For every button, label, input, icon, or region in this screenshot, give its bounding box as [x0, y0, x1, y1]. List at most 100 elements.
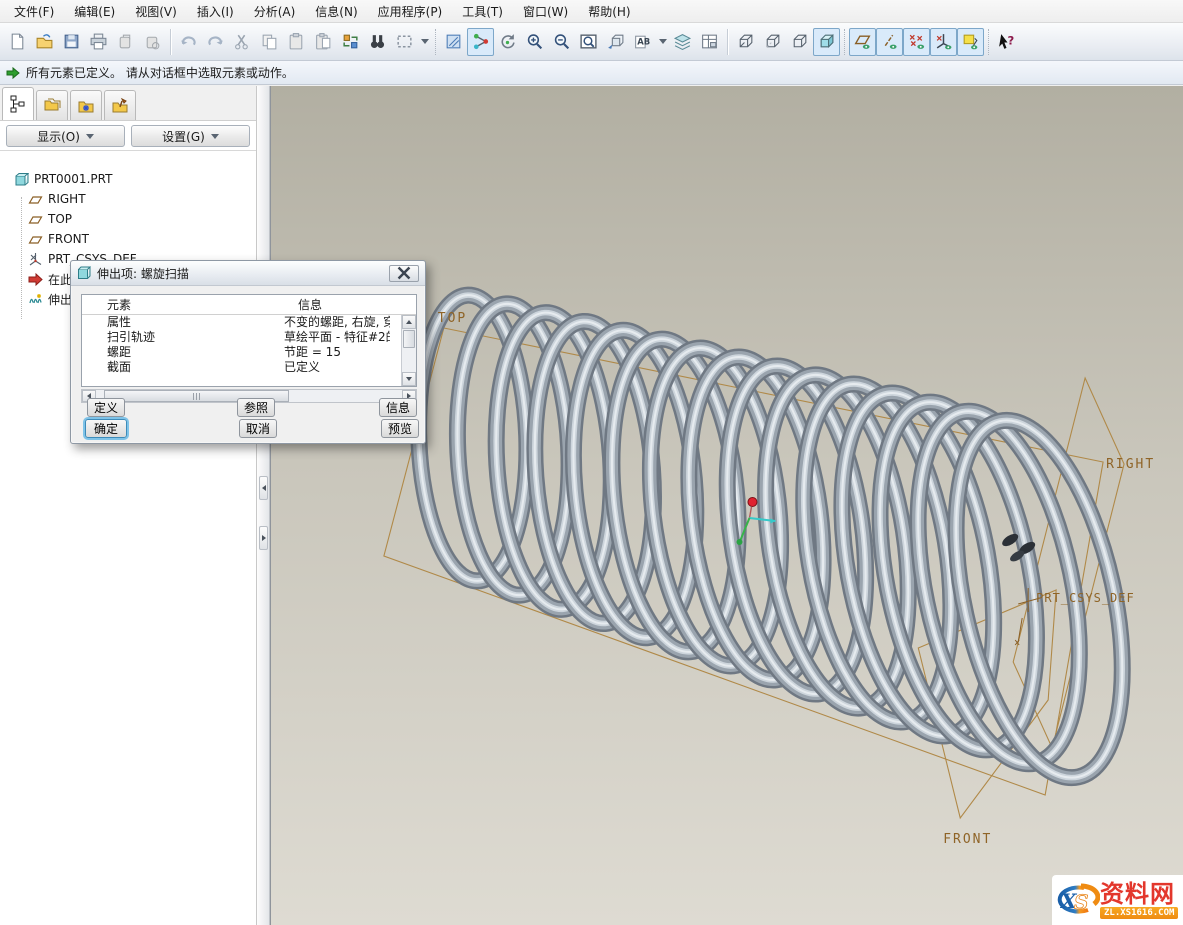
- status-arrow-icon: [6, 66, 20, 80]
- dialog-title: 伸出项: 螺旋扫描: [97, 265, 189, 282]
- select-area-dropdown-icon[interactable]: [418, 28, 431, 56]
- paste-icon[interactable]: [283, 28, 310, 56]
- menu-edit[interactable]: 编辑(E): [64, 0, 125, 23]
- save-icon[interactable]: [58, 28, 85, 56]
- define-button[interactable]: 定义: [87, 398, 125, 417]
- top-plane-label[interactable]: TOP: [438, 311, 467, 326]
- menu-applications[interactable]: 应用程序(P): [368, 0, 453, 23]
- hidden-line-icon[interactable]: [759, 28, 786, 56]
- tab-connections[interactable]: [104, 90, 136, 120]
- open-file-icon[interactable]: [31, 28, 58, 56]
- right-plane-label[interactable]: RIGHT: [1106, 457, 1155, 472]
- menu-help[interactable]: 帮助(H): [578, 0, 640, 23]
- no-hidden-icon[interactable]: [786, 28, 813, 56]
- tree-item-front-plane[interactable]: FRONT: [0, 229, 256, 249]
- print-icon[interactable]: [85, 28, 112, 56]
- new-file-icon[interactable]: [4, 28, 31, 56]
- datum-axis-toggle-icon[interactable]: [876, 28, 903, 56]
- ok-button[interactable]: 确定: [85, 419, 127, 438]
- spring-coils[interactable]: [414, 293, 1152, 793]
- insert-here-arrow-icon: [28, 272, 43, 287]
- graphics-area[interactable]: TOP RIGHT FRONT PRT_CSYS_DEF X: [270, 86, 1183, 925]
- redo-icon[interactable]: [202, 28, 229, 56]
- erase-icon[interactable]: [112, 28, 139, 56]
- menu-view[interactable]: 视图(V): [125, 0, 187, 23]
- panel-tabs: [0, 86, 256, 120]
- spin-center-icon[interactable]: [494, 28, 521, 56]
- settings-dropdown-button[interactable]: 设置(G): [131, 125, 250, 147]
- tree-item-top-plane[interactable]: TOP: [0, 209, 256, 229]
- context-help-icon[interactable]: ?: [993, 28, 1020, 56]
- annotation-dropdown-icon[interactable]: [656, 28, 669, 56]
- front-plane-label[interactable]: FRONT: [943, 832, 992, 847]
- view-manager-icon[interactable]: [696, 28, 723, 56]
- expand-panel-icon[interactable]: [259, 526, 268, 550]
- copy-icon[interactable]: [256, 28, 283, 56]
- tree-item-right-plane[interactable]: RIGHT: [0, 189, 256, 209]
- scroll-up-icon[interactable]: [402, 315, 416, 329]
- helical-sweep-dialog: 伸出项: 螺旋扫描 元素 信息 属性 不变的螺距, 右旋, 穿过轴 扫引轨迹 草…: [70, 260, 426, 444]
- info-button[interactable]: 信息: [379, 398, 417, 417]
- datum-point-toggle-icon[interactable]: [903, 28, 930, 56]
- watermark-site-name: 资料网: [1100, 882, 1175, 906]
- cancel-button[interactable]: 取消: [239, 419, 277, 438]
- menu-info[interactable]: 信息(N): [305, 0, 367, 23]
- menu-file[interactable]: 文件(F): [4, 0, 64, 23]
- refs-button[interactable]: 参照: [237, 398, 275, 417]
- column-element: 元素: [82, 296, 284, 313]
- zoom-out-icon[interactable]: [548, 28, 575, 56]
- view-orient-icon[interactable]: [602, 28, 629, 56]
- preview-button[interactable]: 预览: [381, 419, 419, 438]
- 3d-scene[interactable]: TOP RIGHT FRONT PRT_CSYS_DEF: [271, 86, 1183, 925]
- tab-model-tree[interactable]: [2, 87, 34, 120]
- menu-window[interactable]: 窗口(W): [513, 0, 578, 23]
- shaded-icon[interactable]: [813, 28, 840, 56]
- watermark-site-url: ZL.XS1616.COM: [1100, 907, 1178, 919]
- undo-icon[interactable]: [175, 28, 202, 56]
- table-row[interactable]: 螺距 节距 = 15: [82, 345, 416, 360]
- tree-item-root[interactable]: PRT0001.PRT: [0, 169, 256, 189]
- smart-select-icon[interactable]: [467, 28, 494, 56]
- vertical-scrollbar[interactable]: [401, 315, 416, 386]
- tab-folder-browser[interactable]: [36, 90, 68, 120]
- select-area-icon[interactable]: [391, 28, 418, 56]
- folders-icon: [42, 96, 62, 116]
- menu-insert[interactable]: 插入(I): [187, 0, 244, 23]
- regenerate-icon[interactable]: [337, 28, 364, 56]
- repaint-icon[interactable]: [440, 28, 467, 56]
- refit-icon[interactable]: [575, 28, 602, 56]
- paste-special-icon[interactable]: [310, 28, 337, 56]
- table-row[interactable]: 扫引轨迹 草绘平面 - 特征#2的草绘: [82, 330, 416, 345]
- panel-sash[interactable]: [257, 86, 270, 925]
- table-rows: 属性 不变的螺距, 右旋, 穿过轴 扫引轨迹 草绘平面 - 特征#2的草绘 螺距…: [82, 315, 416, 386]
- layers-icon[interactable]: [669, 28, 696, 56]
- annotation-toggle-icon[interactable]: [957, 28, 984, 56]
- collapse-panel-icon[interactable]: [259, 476, 268, 500]
- wireframe-icon[interactable]: [732, 28, 759, 56]
- svg-text:S: S: [1074, 890, 1088, 914]
- table-row[interactable]: 截面 已定义: [82, 360, 416, 375]
- purge-icon[interactable]: [139, 28, 166, 56]
- folder-tools-icon: [110, 96, 130, 116]
- application-window: 文件(F) 编辑(E) 视图(V) 插入(I) 分析(A) 信息(N) 应用程序…: [0, 0, 1183, 925]
- datum-plane-toggle-icon[interactable]: [849, 28, 876, 56]
- svg-text:AB: AB: [637, 37, 650, 47]
- table-row[interactable]: 属性 不变的螺距, 右旋, 穿过轴: [82, 315, 416, 330]
- menu-analysis[interactable]: 分析(A): [244, 0, 306, 23]
- vertical-scroll-thumb[interactable]: [403, 330, 415, 348]
- cut-icon[interactable]: [229, 28, 256, 56]
- scroll-down-icon[interactable]: [402, 372, 416, 386]
- menu-tools[interactable]: 工具(T): [452, 0, 513, 23]
- dialog-close-button[interactable]: [389, 265, 419, 282]
- csys-label[interactable]: PRT_CSYS_DEF: [1036, 591, 1135, 605]
- show-dropdown-button[interactable]: 显示(O): [6, 125, 125, 147]
- csys-toggle-icon[interactable]: [930, 28, 957, 56]
- toolbar-separator: [435, 29, 436, 55]
- dialog-title-bar[interactable]: 伸出项: 螺旋扫描: [71, 261, 425, 286]
- close-icon: [397, 266, 411, 280]
- tab-favorites[interactable]: [70, 90, 102, 120]
- zoom-in-icon[interactable]: [521, 28, 548, 56]
- find-icon[interactable]: [364, 28, 391, 56]
- column-info: 信息: [284, 296, 416, 313]
- annotation-display-icon[interactable]: AB: [629, 28, 656, 56]
